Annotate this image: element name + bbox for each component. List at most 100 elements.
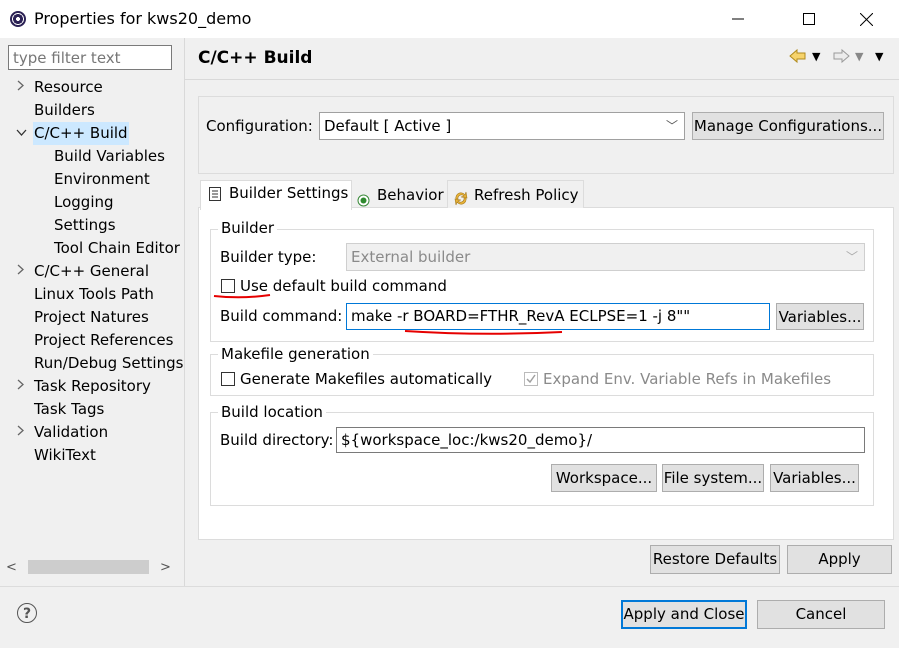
configuration-select[interactable]: Default [ Active ] ﹀ (319, 112, 685, 140)
tab-builder-settings[interactable]: Builder Settings (200, 180, 352, 210)
chevron-down-icon[interactable] (13, 122, 29, 145)
tree-item-label: C/C++ Build (33, 122, 129, 145)
window-title: Properties for kws20_demo (34, 9, 252, 28)
tab-label: Behavior (377, 186, 444, 204)
tree-item-label: WikiText (34, 446, 96, 464)
tab-behavior[interactable]: Behavior (352, 180, 445, 208)
tree-horizontal-scrollbar[interactable]: < > (0, 557, 184, 577)
sash-divider[interactable] (184, 38, 185, 586)
tree-item-label: Resource (34, 78, 103, 96)
generate-makefiles-checkbox[interactable] (221, 372, 235, 386)
tree-item-label: Tool Chain Editor (54, 239, 180, 257)
property-tree[interactable]: Resource Builders C/C++ Build Build Variabl… (0, 76, 184, 554)
checkmark-icon (526, 374, 536, 384)
tree-item[interactable]: Run/Debug Settings (0, 352, 184, 375)
chevron-down-icon: ﹀ (845, 250, 858, 264)
tree-item-label: Logging (54, 193, 114, 211)
tree-item[interactable]: WikiText (0, 444, 184, 467)
build-command-label: Build command: (220, 307, 343, 325)
chevron-right-icon[interactable] (13, 375, 29, 398)
tree-item[interactable]: Linux Tools Path (0, 283, 184, 306)
header-separator (185, 79, 899, 80)
builder-variables-button[interactable]: Variables... (776, 303, 864, 330)
tree-item[interactable]: C/C++ Build (0, 122, 184, 145)
build-location-group-label: Build location (218, 403, 326, 421)
cancel-button[interactable]: Cancel (757, 600, 885, 629)
tree-item-label: Run/Debug Settings (34, 354, 184, 372)
expand-env-refs-checkbox (524, 372, 538, 386)
tree-item[interactable]: Logging (0, 191, 184, 214)
tree-item-label: Task Tags (34, 400, 105, 418)
tree-item-label: Settings (54, 216, 116, 234)
filter-input[interactable] (8, 45, 172, 70)
manage-configurations-button[interactable]: Manage Configurations... (692, 112, 884, 140)
builder-type-select: External builder ﹀ (346, 243, 865, 271)
builder-type-value: External builder (351, 248, 471, 266)
forward-menu-chevron-icon[interactable]: ▼ (855, 50, 863, 63)
radio-icon (357, 188, 370, 216)
tree-item-label: Linux Tools Path (34, 285, 154, 303)
forward-icon[interactable] (832, 48, 850, 68)
tab-refresh-policy[interactable]: Refresh Policy (447, 180, 584, 208)
tree-item[interactable]: Project Natures (0, 306, 184, 329)
tree-item[interactable]: Validation (0, 421, 184, 444)
tree-item-label: C/C++ General (34, 262, 150, 280)
use-default-build-command-checkbox[interactable] (221, 279, 235, 293)
build-directory-input[interactable]: ${workspace_loc:/kws20_demo}/ (336, 427, 865, 453)
tree-item[interactable]: Environment (0, 168, 184, 191)
close-icon (859, 12, 873, 26)
scroll-right-icon[interactable]: > (160, 560, 171, 575)
red-annotation-underline (213, 294, 271, 299)
build-command-input[interactable]: make -r BOARD=FTHR_RevA ECLPSE=1 -j 8"" (346, 303, 770, 330)
configuration-label: Configuration: (206, 117, 313, 135)
tree-item-label: Build Variables (54, 147, 165, 165)
back-icon[interactable] (789, 48, 807, 68)
builder-type-label: Builder type: (220, 248, 317, 266)
chevron-right-icon[interactable] (13, 260, 29, 283)
minimize-icon (732, 18, 744, 20)
footer-separator (0, 586, 899, 587)
title-bar[interactable]: Properties for kws20_demo (0, 0, 899, 38)
tree-item[interactable]: Project References (0, 329, 184, 352)
tree-item[interactable]: C/C++ General (0, 260, 184, 283)
build-directory-label: Build directory: (220, 431, 334, 449)
expand-env-refs-label: Expand Env. Variable Refs in Makefiles (543, 370, 832, 388)
red-annotation-underline (404, 330, 563, 335)
maximize-button[interactable] (786, 0, 832, 38)
tree-item[interactable]: Settings (0, 214, 184, 237)
view-menu-icon[interactable]: ▼ (875, 50, 883, 63)
scrollbar-thumb[interactable] (28, 560, 149, 574)
list-icon (209, 187, 221, 205)
tree-item-label: Environment (54, 170, 150, 188)
help-icon[interactable]: ? (17, 603, 37, 623)
page-title: C/C++ Build (198, 48, 313, 68)
tree-item[interactable]: Resource (0, 76, 184, 99)
minimize-button[interactable] (715, 0, 761, 38)
scroll-left-icon[interactable]: < (6, 560, 17, 575)
tree-item[interactable]: Task Tags (0, 398, 184, 421)
chevron-right-icon[interactable] (13, 76, 29, 99)
tree-item-label: Project Natures (34, 308, 149, 326)
tree-item[interactable]: Task Repository (0, 375, 184, 398)
back-menu-chevron-icon[interactable]: ▼ (812, 50, 820, 63)
tree-item-label: Builders (34, 101, 95, 119)
generate-makefiles-label[interactable]: Generate Makefiles automatically (240, 370, 492, 388)
tree-item[interactable]: Tool Chain Editor (0, 237, 184, 260)
chevron-right-icon[interactable] (13, 421, 29, 444)
apply-button[interactable]: Apply (787, 545, 892, 574)
tab-label: Builder Settings (229, 184, 349, 202)
tree-item[interactable]: Builders (0, 99, 184, 122)
eclipse-app-icon (10, 11, 26, 27)
tree-item[interactable]: Build Variables (0, 145, 184, 168)
refresh-icon (453, 187, 469, 215)
apply-and-close-button[interactable]: Apply and Close (621, 600, 747, 629)
restore-defaults-button[interactable]: Restore Defaults (650, 545, 780, 574)
close-button[interactable] (843, 0, 889, 38)
maximize-icon (803, 13, 815, 25)
file-system-button[interactable]: File system... (662, 464, 764, 492)
configuration-value: Default [ Active ] (324, 117, 452, 135)
location-variables-button[interactable]: Variables... (770, 464, 859, 492)
workspace-button[interactable]: Workspace... (551, 464, 657, 492)
tree-item-label: Task Repository (34, 377, 151, 395)
builder-group-label: Builder (218, 219, 278, 237)
